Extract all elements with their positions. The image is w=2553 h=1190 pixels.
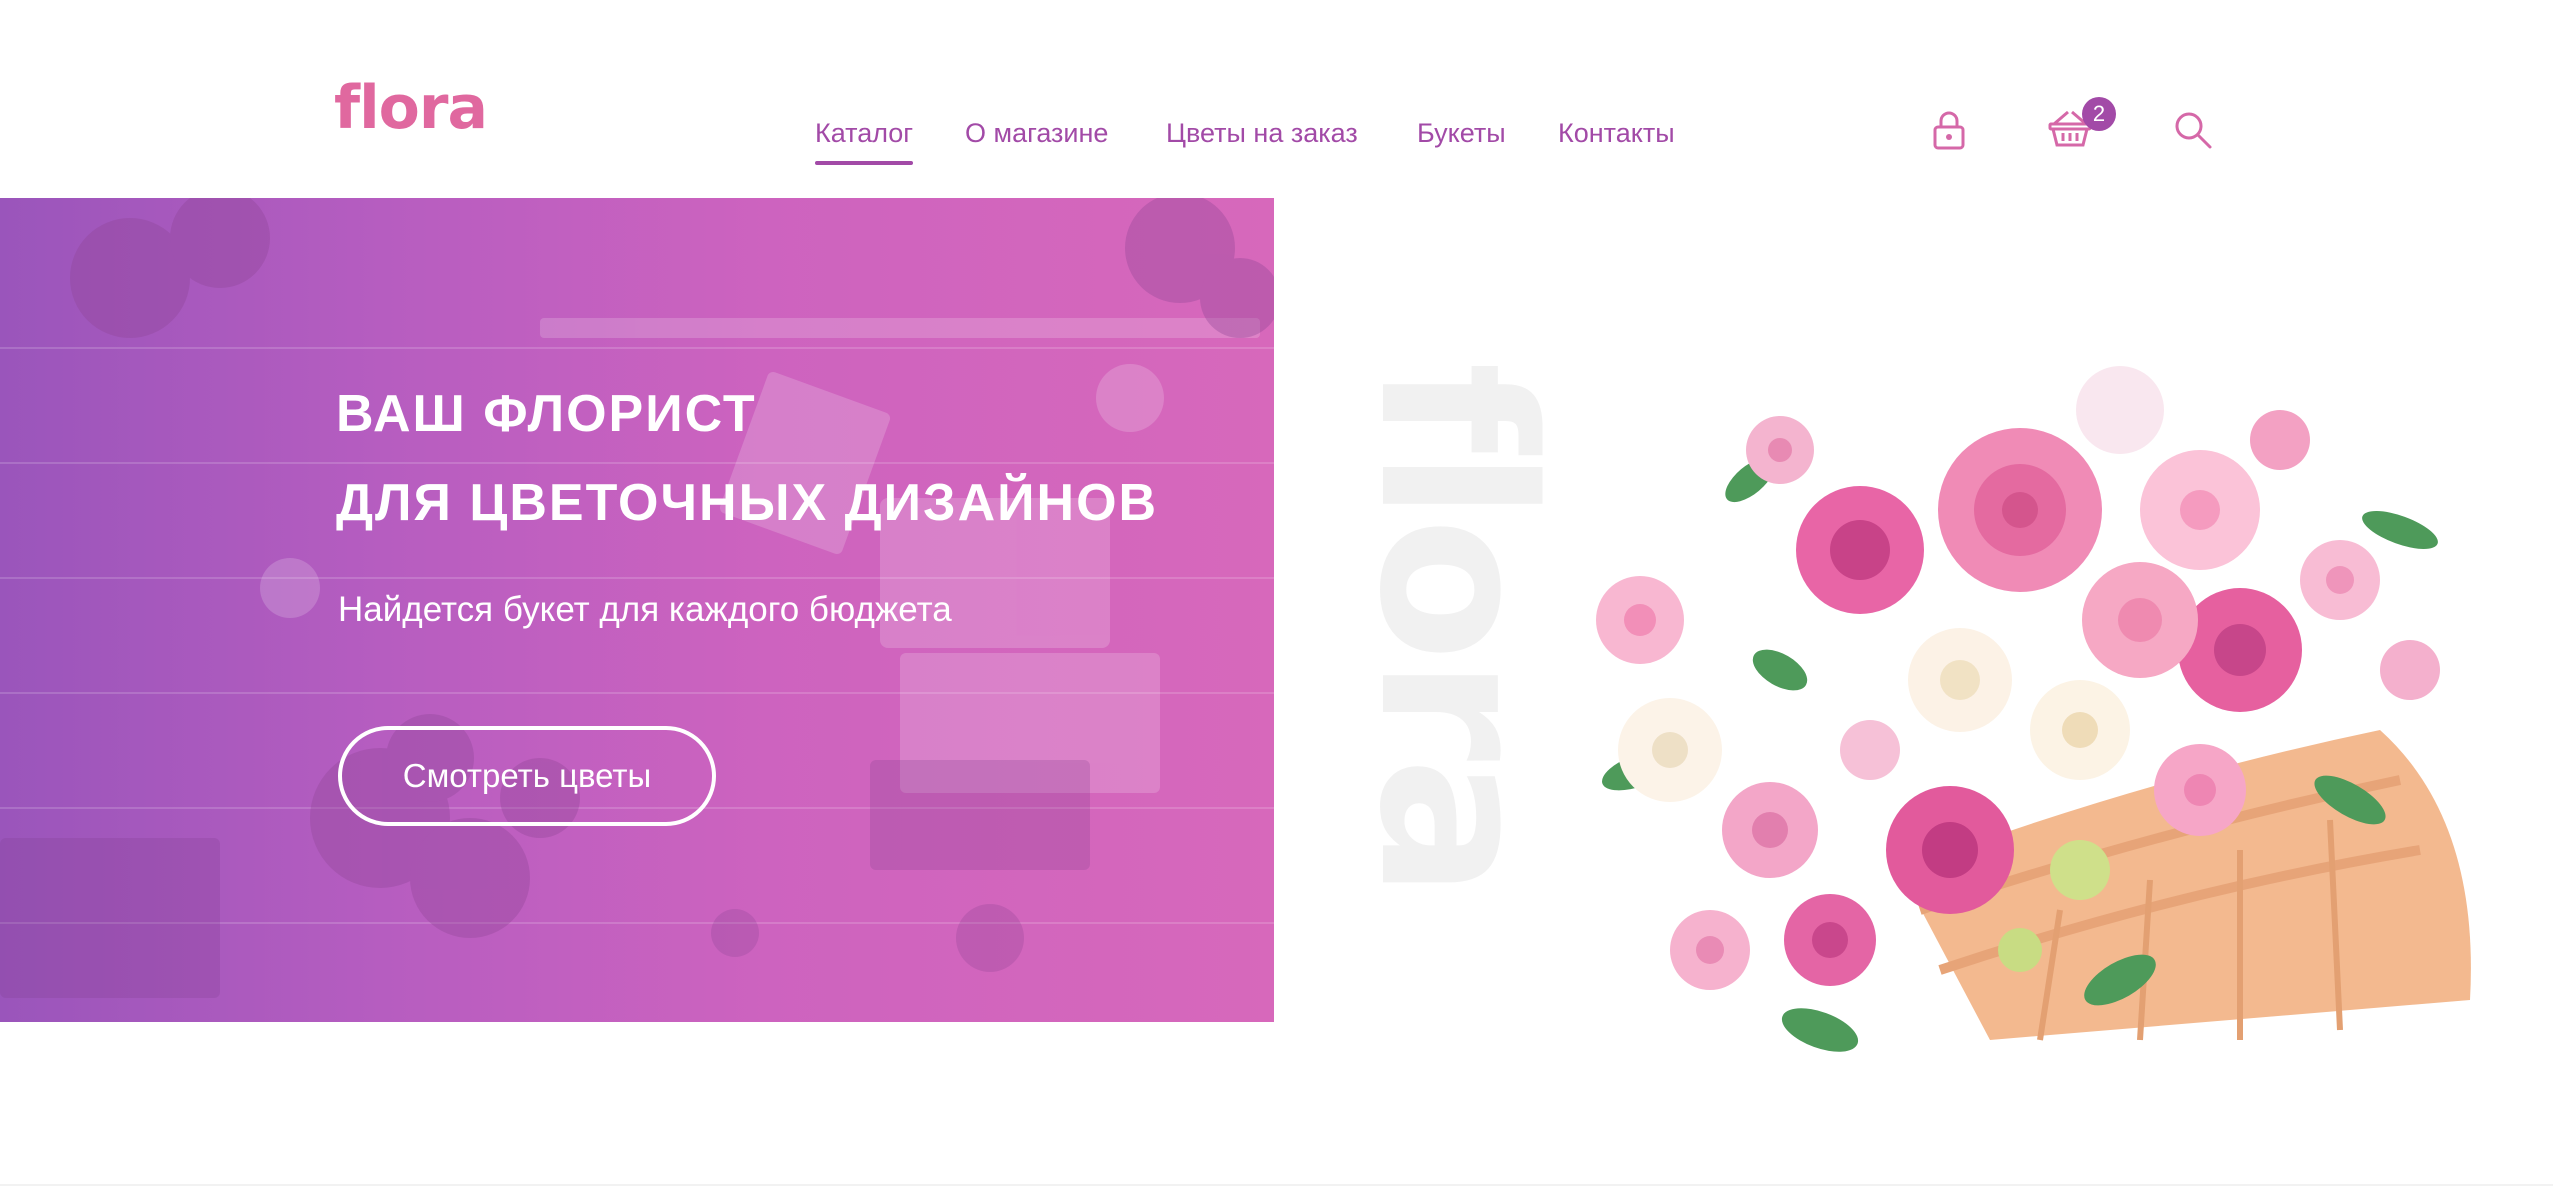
nav-item-bouquets[interactable]: Букеты — [1417, 118, 1506, 149]
search-icon[interactable] — [2173, 110, 2213, 155]
hero-banner: ВАШ ФЛОРИСТ ДЛЯ ЦВЕТОЧНЫХ ДИЗАЙНОВ Найде… — [0, 198, 1274, 1022]
bottom-divider — [0, 1184, 2553, 1186]
nav-item-about[interactable]: О магазине — [965, 118, 1108, 149]
nav-item-custom-flowers[interactable]: Цветы на заказ — [1166, 118, 1358, 149]
nav-item-contacts[interactable]: Контакты — [1558, 118, 1675, 149]
hero-title: ВАШ ФЛОРИСТ ДЛЯ ЦВЕТОЧНЫХ ДИЗАЙНОВ — [336, 370, 1236, 548]
lock-icon[interactable] — [1932, 110, 1966, 155]
view-flowers-button[interactable]: Смотреть цветы — [338, 726, 716, 826]
hero-title-line-2: ДЛЯ ЦВЕТОЧНЫХ ДИЗАЙНОВ — [336, 474, 1159, 532]
nav-item-catalog[interactable]: Каталог — [815, 118, 914, 165]
logo[interactable]: flora — [334, 78, 488, 138]
flower-basket-image — [1596, 366, 2471, 1052]
hero-subtitle: Найдется букет для каждого бюджета — [338, 590, 952, 629]
cart-count-badge: 2 — [2082, 97, 2116, 131]
hero-title-line-1: ВАШ ФЛОРИСТ — [336, 385, 757, 443]
